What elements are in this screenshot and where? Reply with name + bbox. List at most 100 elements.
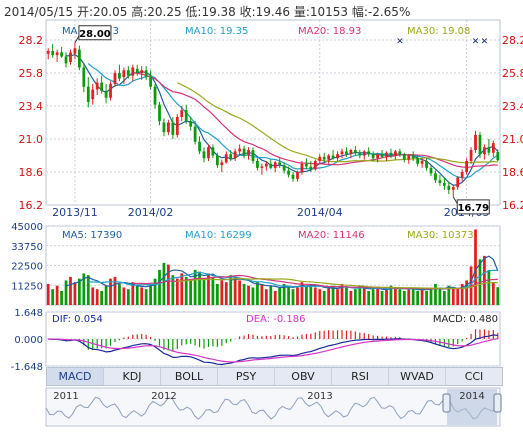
candle-body <box>460 172 464 178</box>
candle-body <box>394 151 397 156</box>
navigator-year-label: 2014 <box>459 391 484 402</box>
macd-tick: 1.648 <box>14 308 43 319</box>
tab-boll[interactable]: BOLL <box>161 368 218 385</box>
price-tick-right: 28.2 <box>502 34 523 47</box>
volume-bar <box>353 289 357 305</box>
candle-body <box>60 52 63 57</box>
volume-bar <box>220 280 224 305</box>
volume-bar <box>256 282 259 305</box>
indicator-tabs: MACD KDJ BOLL PSY OBV RSI WVAD CCI <box>46 367 503 386</box>
tab-kdj[interactable]: KDJ <box>104 368 161 385</box>
volume-bar <box>238 280 241 305</box>
extreme-label: 28.00 <box>79 29 111 40</box>
volume-bar <box>278 287 282 305</box>
candle-body <box>167 122 170 133</box>
volume-bar <box>224 282 228 305</box>
candle-body <box>447 185 451 190</box>
navigator-year-label: 2011 <box>53 391 78 402</box>
candle-body <box>202 151 206 159</box>
candle-body <box>376 154 379 159</box>
price-tick-right: 16.2 <box>502 199 523 212</box>
volume-bar <box>69 276 72 305</box>
candle-body <box>331 155 335 159</box>
candle-body <box>207 147 210 159</box>
navigator-handle-right <box>493 393 502 413</box>
navigator-handle-left <box>442 393 451 413</box>
volume-bar <box>118 283 121 305</box>
candle-body <box>305 163 308 167</box>
volume-bar <box>487 269 491 305</box>
volume-bar <box>322 290 326 305</box>
candle-body <box>442 183 446 186</box>
volume-bar <box>189 280 193 305</box>
volume-tick: 45000 <box>11 222 43 233</box>
candle-body <box>278 162 282 166</box>
volume-tick: 22500 <box>11 262 43 273</box>
candle-body <box>469 150 473 161</box>
tab-obv[interactable]: OBV <box>275 368 332 385</box>
volume-bar <box>420 289 424 305</box>
candle-body <box>126 70 130 76</box>
candle-body <box>86 86 90 102</box>
candle-body <box>180 110 184 117</box>
candle-body <box>104 90 108 98</box>
candle-body <box>420 161 424 164</box>
volume-bar <box>309 283 313 305</box>
candle-body <box>478 134 482 155</box>
candle-body <box>389 152 393 156</box>
volume-bar <box>434 283 437 305</box>
volume-ma-legend: MA5: 17390 <box>62 230 122 241</box>
candle-body <box>371 154 375 159</box>
candle-body <box>95 82 99 90</box>
tab-psy[interactable]: PSY <box>218 368 275 385</box>
candle-body <box>465 161 468 172</box>
tab-macd[interactable]: MACD <box>47 368 104 385</box>
tab-cci[interactable]: CCI <box>446 368 502 385</box>
volume-bar <box>296 287 299 305</box>
volume-bar <box>425 290 428 305</box>
candle-body <box>149 77 152 87</box>
candle-body <box>385 152 388 157</box>
tab-rsi[interactable]: RSI <box>332 368 389 385</box>
volume-bar <box>167 264 170 305</box>
volume-bar <box>242 283 246 305</box>
candle-body <box>438 180 442 183</box>
volume-bar <box>291 289 295 305</box>
candle-body <box>211 147 215 156</box>
candle-body <box>224 154 228 163</box>
volume-bar <box>305 285 308 305</box>
price-tick-right: 21.0 <box>502 133 523 146</box>
volume-bar <box>273 290 277 305</box>
price-ma-legend: MA10: 19.35 <box>185 26 248 37</box>
candle-body <box>313 161 317 170</box>
volume-bar <box>180 273 184 305</box>
candle-body <box>358 152 362 156</box>
volume-bar <box>442 290 446 305</box>
candle-body <box>282 165 286 171</box>
volume-bar <box>318 289 322 305</box>
volume-bar <box>215 283 219 305</box>
candle-body <box>193 126 197 142</box>
volume-bar <box>198 271 201 305</box>
tab-wvad[interactable]: WVAD <box>389 368 446 385</box>
price-tick-left: 23.4 <box>19 100 44 113</box>
volume-bar <box>233 276 237 305</box>
candle-body <box>340 151 344 155</box>
volume-bar <box>345 287 348 305</box>
volume-bar <box>438 289 442 305</box>
volume-bar <box>171 275 175 305</box>
dif-legend: DIF: 0.054 <box>52 314 103 325</box>
candle-body <box>416 158 420 164</box>
candle-body <box>425 161 428 168</box>
candle-body <box>113 73 117 84</box>
dea-legend: DEA: -0.186 <box>246 314 305 325</box>
candle-body <box>233 151 237 159</box>
volume-bar <box>349 290 353 305</box>
candle-body <box>122 70 126 78</box>
volume-bar <box>491 282 495 305</box>
candle-body <box>256 161 259 168</box>
volume-bar <box>474 229 477 305</box>
candle-body <box>46 51 50 54</box>
macd-tick: -1.648 <box>11 362 43 373</box>
volume-bar <box>126 289 130 305</box>
